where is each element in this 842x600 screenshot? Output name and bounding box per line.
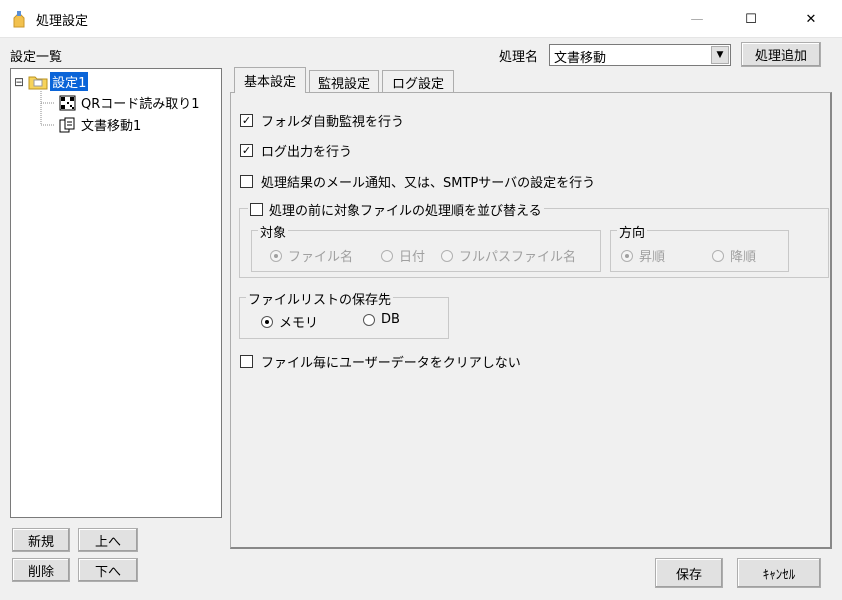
settings-list-label: 設定一覧 bbox=[10, 50, 63, 65]
process-name-value: 文書移動 bbox=[554, 51, 607, 66]
collapse-icon[interactable]: ⊟ bbox=[14, 75, 24, 89]
no-clear-userdata-checkbox[interactable]: ファイル毎にユーザーデータをクリアしない bbox=[240, 352, 521, 371]
radio-label: DB bbox=[381, 312, 400, 327]
settings-tree[interactable]: ⊟ 設定1 QRコード読み取り1 文書移動1 bbox=[10, 68, 222, 518]
minimize-button[interactable]: — bbox=[674, 0, 720, 38]
title-bar: 処理設定 — ☐ ✕ bbox=[0, 0, 842, 38]
tab-log-settings[interactable]: ログ設定 bbox=[382, 70, 454, 93]
tree-item-qr[interactable]: QRコード読み取り1 bbox=[59, 93, 200, 112]
radio-label: メモリ bbox=[279, 316, 319, 331]
delete-button[interactable]: 削除 bbox=[12, 558, 70, 582]
move-up-button[interactable]: 上へ bbox=[78, 528, 138, 552]
new-button[interactable]: 新規 bbox=[12, 528, 70, 552]
target-fullpath-radio[interactable]: フルパスファイル名 bbox=[441, 246, 576, 265]
direction-group-label: 方向 bbox=[617, 222, 648, 241]
direction-desc-radio[interactable]: 降順 bbox=[712, 246, 756, 265]
radio-label: 日付 bbox=[399, 250, 426, 265]
log-output-label: ログ出力を行う bbox=[261, 145, 353, 160]
chevron-down-icon[interactable]: ▼ bbox=[711, 46, 729, 64]
app-icon bbox=[13, 11, 25, 28]
no-clear-userdata-label: ファイル毎にユーザーデータをクリアしない bbox=[261, 356, 521, 371]
target-filename-radio[interactable]: ファイル名 bbox=[270, 246, 353, 265]
maximize-button[interactable]: ☐ bbox=[728, 0, 774, 38]
close-button[interactable]: ✕ bbox=[788, 0, 834, 38]
log-output-checkbox[interactable]: ✓ ログ出力を行う bbox=[240, 141, 352, 160]
checkbox-box[interactable]: ✓ bbox=[240, 144, 253, 157]
tab-basic-settings[interactable]: 基本設定 bbox=[234, 67, 306, 93]
document-move-icon bbox=[59, 117, 75, 132]
folder-watch-label: フォルダ自動監視を行う bbox=[261, 115, 405, 130]
radio-circle[interactable] bbox=[621, 249, 633, 262]
move-down-button[interactable]: 下へ bbox=[78, 558, 138, 582]
save-button[interactable]: 保存 bbox=[655, 558, 723, 588]
folder-icon bbox=[28, 76, 48, 89]
qr-code-icon bbox=[59, 95, 76, 110]
checkbox-box[interactable] bbox=[240, 355, 253, 368]
checkbox-box[interactable]: ✓ bbox=[240, 114, 253, 127]
radio-circle[interactable] bbox=[441, 249, 453, 262]
add-process-button[interactable]: 処理追加 bbox=[741, 42, 821, 67]
target-group-label: 対象 bbox=[258, 222, 289, 241]
radio-label: フルパスファイル名 bbox=[459, 250, 577, 265]
storage-db-radio[interactable]: DB bbox=[363, 312, 400, 327]
window-title: 処理設定 bbox=[36, 14, 89, 29]
checkbox-box[interactable] bbox=[240, 175, 253, 188]
sort-checkbox[interactable]: 処理の前に対象ファイルの処理順を並び替える bbox=[248, 200, 544, 219]
mail-notify-checkbox[interactable]: 処理結果のメール通知、又は、SMTPサーバの設定を行う bbox=[240, 172, 595, 191]
direction-asc-radio[interactable]: 昇順 bbox=[621, 246, 665, 265]
process-name-label: 処理名 bbox=[499, 50, 539, 65]
radio-label: 昇順 bbox=[639, 250, 666, 265]
radio-label: 降順 bbox=[730, 250, 757, 265]
tree-item-label: 文書移動1 bbox=[81, 119, 142, 134]
radio-circle[interactable] bbox=[363, 313, 375, 326]
tree-item-label: QRコード読み取り1 bbox=[81, 97, 200, 112]
tree-connector bbox=[40, 91, 55, 126]
tree-root-label: 設定1 bbox=[50, 72, 89, 91]
mail-notify-label: 処理結果のメール通知、又は、SMTPサーバの設定を行う bbox=[261, 176, 596, 191]
target-date-radio[interactable]: 日付 bbox=[381, 246, 425, 265]
storage-memory-radio[interactable]: メモリ bbox=[261, 312, 318, 331]
radio-circle[interactable] bbox=[381, 249, 393, 262]
cancel-button[interactable]: ｷｬﾝｾﾙ bbox=[737, 558, 821, 588]
radio-circle[interactable] bbox=[712, 249, 724, 262]
checkbox-box[interactable] bbox=[250, 203, 263, 216]
folder-watch-checkbox[interactable]: ✓ フォルダ自動監視を行う bbox=[240, 111, 404, 130]
sort-group-label: 処理の前に対象ファイルの処理順を並び替える bbox=[269, 204, 542, 219]
radio-label: ファイル名 bbox=[288, 250, 354, 265]
filelist-storage-label: ファイルリストの保存先 bbox=[246, 289, 394, 308]
tree-root-item[interactable]: ⊟ 設定1 bbox=[14, 72, 89, 91]
tab-monitor-settings[interactable]: 監視設定 bbox=[309, 70, 379, 93]
process-name-select[interactable]: 文書移動 ▼ bbox=[549, 44, 731, 66]
radio-circle[interactable] bbox=[270, 249, 282, 262]
radio-circle[interactable] bbox=[261, 315, 273, 328]
tree-item-doc-move[interactable]: 文書移動1 bbox=[59, 115, 141, 134]
